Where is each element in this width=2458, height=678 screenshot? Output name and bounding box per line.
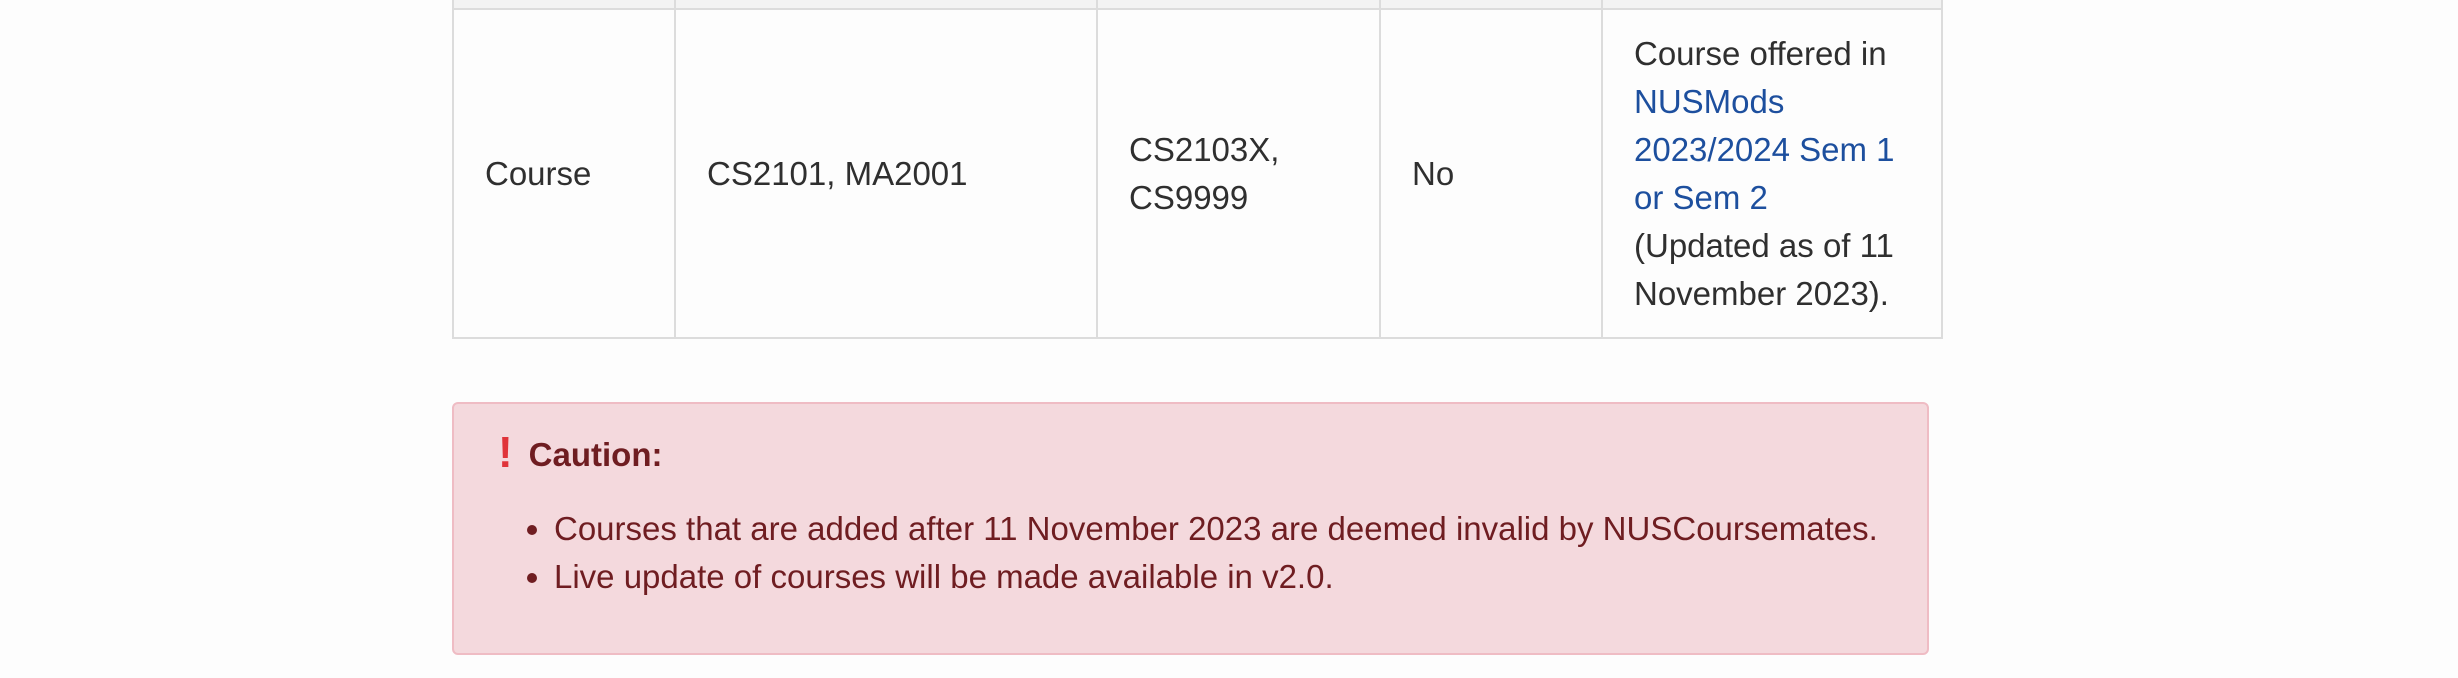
caution-box: ! Caution: Courses that are added after … xyxy=(452,402,1929,655)
caution-header: ! Caution: xyxy=(498,428,663,479)
document-page: Course CS2101, MA2001 CS2103X, CS9999 No… xyxy=(0,0,2458,678)
nusmods-link-line: or Sem 2 xyxy=(1634,178,1768,216)
equivalents-line: CS9999 xyxy=(1129,178,1249,216)
caution-list: Courses that are added after 11 November… xyxy=(506,505,1878,601)
table-row: Course CS2101, MA2001 CS2103X, CS9999 No… xyxy=(452,8,1943,339)
nusmods-link-line: 2023/2024 Sem 1 xyxy=(1634,130,1895,168)
exclamation-icon: ! xyxy=(498,428,513,477)
flag-cell: No xyxy=(1379,8,1603,339)
table-cell xyxy=(1096,0,1381,10)
remarks-cell: Course offered in NUSMods 2023/2024 Sem … xyxy=(1601,8,1943,339)
prerequisites-cell: CS2101, MA2001 xyxy=(674,8,1098,339)
table-cell xyxy=(1379,0,1603,10)
course-table-wrapper: Course CS2101, MA2001 CS2103X, CS9999 No… xyxy=(452,0,1943,339)
caution-item: Live update of courses will be made avai… xyxy=(554,553,1878,601)
course-table: Course CS2101, MA2001 CS2103X, CS9999 No… xyxy=(452,0,1943,339)
type-cell: Course xyxy=(452,8,676,339)
nusmods-link-line: NUSMods xyxy=(1634,82,1785,120)
table-cell xyxy=(452,0,676,10)
remarks-text: (Updated as of 11 xyxy=(1634,226,1894,264)
caution-item: Courses that are added after 11 November… xyxy=(554,505,1878,553)
nusmods-link[interactable]: NUSMods 2023/2024 Sem 1 or Sem 2 xyxy=(1634,78,1910,222)
remarks-text: November 2023). xyxy=(1634,274,1889,312)
remarks-text: Course offered in xyxy=(1634,34,1887,72)
table-cell xyxy=(1601,0,1943,10)
table-cell xyxy=(674,0,1098,10)
equivalents-cell: CS2103X, CS9999 xyxy=(1096,8,1381,339)
caution-title: Caution: xyxy=(528,436,663,473)
equivalents-line: CS2103X, xyxy=(1129,130,1280,168)
table-top-row xyxy=(452,0,1943,10)
